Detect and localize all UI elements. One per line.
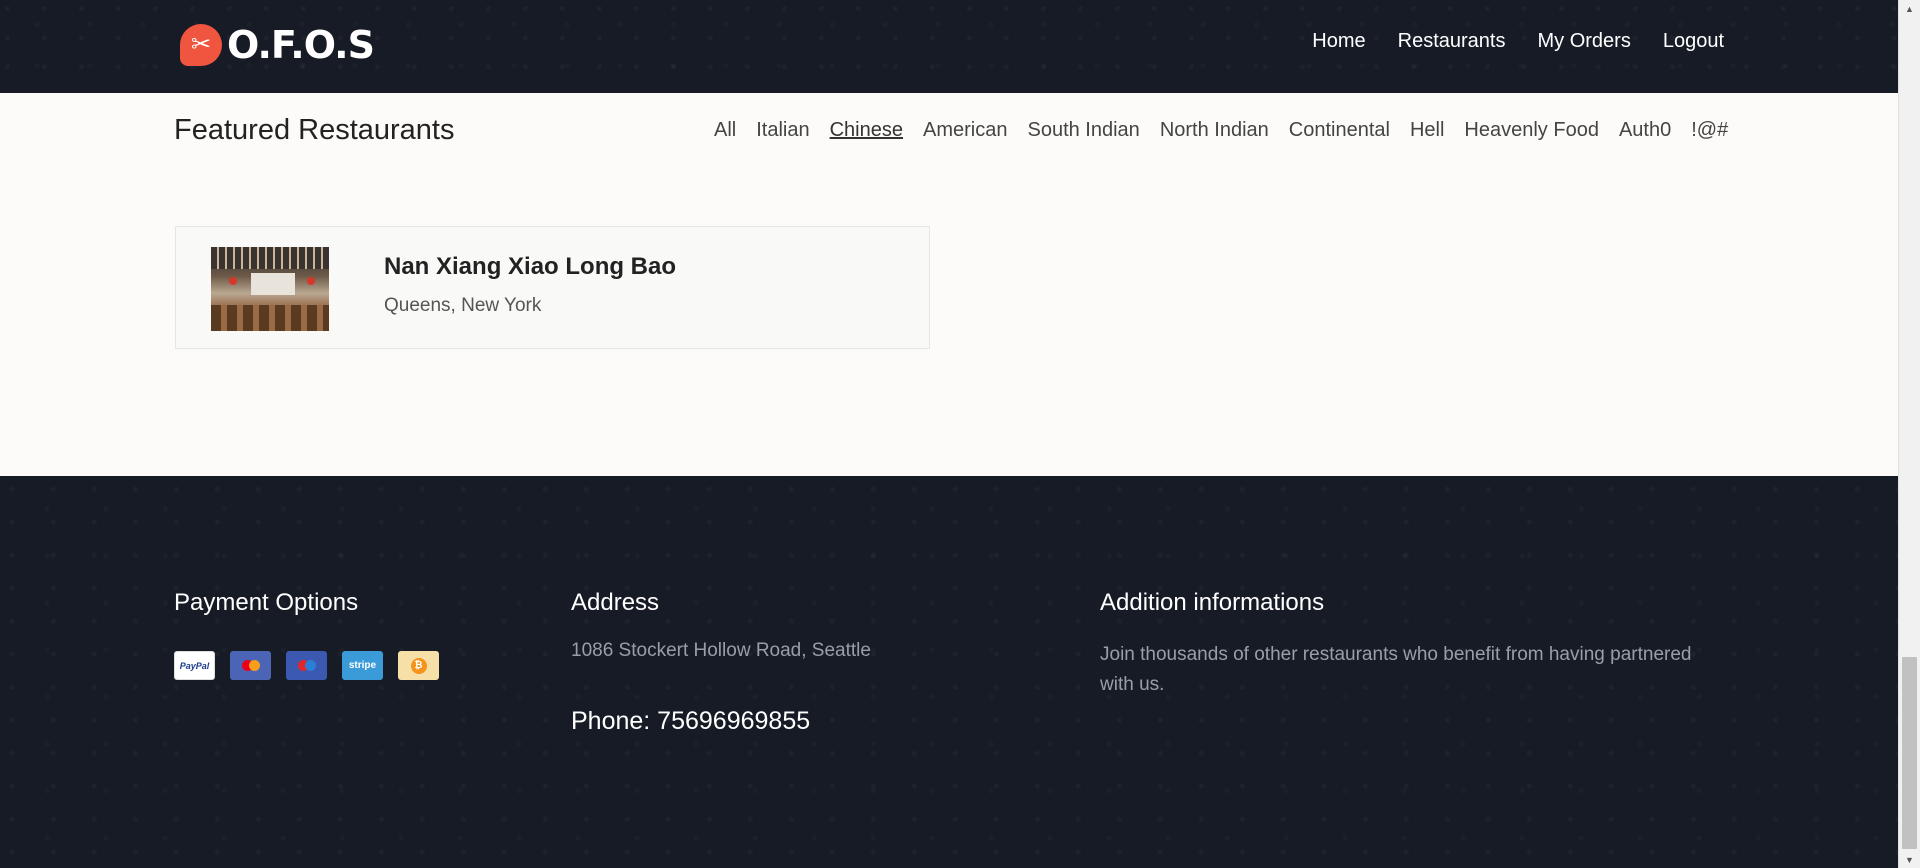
restaurant-name[interactable]: Nan Xiang Xiao Long Bao xyxy=(384,253,676,281)
filter-auth0[interactable]: Auth0 xyxy=(1619,118,1671,143)
payment-icons: PayPal stripe ₿ xyxy=(174,651,439,680)
filter-italian[interactable]: Italian xyxy=(756,118,809,143)
top-navbar: ✂ O.F.O.S Home Restaurants My Orders Log… xyxy=(0,0,1898,93)
nav-restaurants[interactable]: Restaurants xyxy=(1398,30,1506,53)
main-nav: Home Restaurants My Orders Logout xyxy=(1280,30,1724,53)
nav-logout[interactable]: Logout xyxy=(1663,30,1724,53)
address-text: 1086 Stockert Hollow Road, Seattle xyxy=(571,640,871,661)
utensils-icon: ✂ xyxy=(180,24,222,66)
filter-american[interactable]: American xyxy=(923,118,1007,143)
nav-home[interactable]: Home xyxy=(1312,30,1365,53)
logo[interactable]: ✂ O.F.O.S xyxy=(180,22,375,68)
filter-north-indian[interactable]: North Indian xyxy=(1160,118,1269,143)
filter-continental[interactable]: Continental xyxy=(1289,118,1390,143)
page: ✂ O.F.O.S Home Restaurants My Orders Log… xyxy=(0,0,1898,868)
additional-info-text: Join thousands of other restaurants who … xyxy=(1100,644,1692,695)
mastercard-icon[interactable] xyxy=(230,651,271,680)
bitcoin-icon[interactable]: ₿ xyxy=(398,651,439,680)
scrollbar-thumb[interactable] xyxy=(1902,657,1917,849)
address-title: Address xyxy=(571,589,660,616)
additional-info-title: Addition informations xyxy=(1100,589,1325,616)
filter-heavenly-food[interactable]: Heavenly Food xyxy=(1464,118,1599,143)
paypal-icon[interactable]: PayPal xyxy=(174,651,215,680)
restaurant-location: Queens, New York xyxy=(384,295,542,316)
category-filters: All Italian Chinese American South India… xyxy=(714,118,1744,143)
vertical-scrollbar[interactable]: ▲ ▼ xyxy=(1898,0,1920,868)
nav-my-orders[interactable]: My Orders xyxy=(1537,30,1630,53)
filter-chinese[interactable]: Chinese xyxy=(830,118,903,143)
maestro-icon[interactable] xyxy=(286,651,327,680)
stripe-icon[interactable]: stripe xyxy=(342,651,383,680)
filter-south-indian[interactable]: South Indian xyxy=(1027,118,1139,143)
restaurant-image[interactable] xyxy=(211,247,329,331)
scroll-up-arrow-icon[interactable]: ▲ xyxy=(1899,0,1920,17)
section-title: Featured Restaurants xyxy=(174,114,455,146)
filter-special-chars[interactable]: !@# xyxy=(1691,118,1728,143)
filter-all[interactable]: All xyxy=(714,118,736,143)
restaurant-card[interactable]: Nan Xiang Xiao Long Bao Queens, New York xyxy=(175,226,930,349)
filter-hell[interactable]: Hell xyxy=(1410,118,1444,143)
footer: Payment Options PayPal stripe ₿ Address … xyxy=(0,476,1898,868)
payment-options-title: Payment Options xyxy=(174,589,359,616)
scroll-down-arrow-icon[interactable]: ▼ xyxy=(1899,851,1920,868)
phone-number: Phone: 75696969855 xyxy=(571,707,811,735)
logo-text: O.F.O.S xyxy=(227,23,375,67)
